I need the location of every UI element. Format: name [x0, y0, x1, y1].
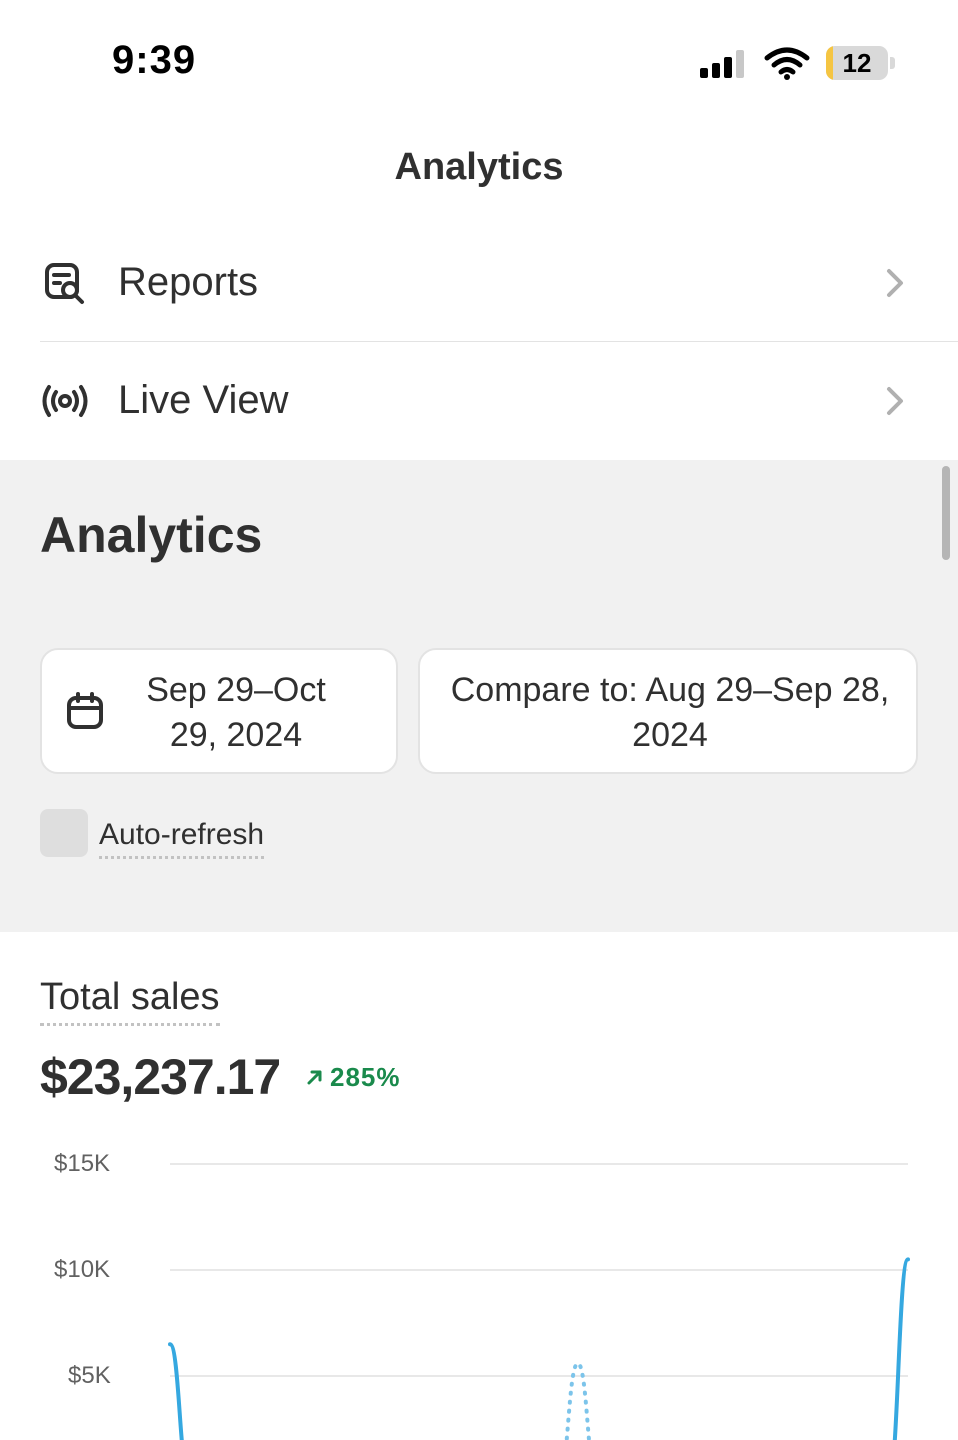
battery-tip	[890, 57, 895, 69]
broadcast-icon	[42, 385, 88, 417]
chevron-right-icon	[887, 387, 903, 415]
battery-level: 12	[842, 48, 872, 78]
chevron-right-icon	[887, 269, 903, 297]
wifi-icon	[764, 47, 810, 80]
series-line-current	[168, 1257, 910, 1440]
analytics-controls-section: Analytics Sep 29–Oct 29, 2024 Compare to…	[0, 460, 958, 932]
page-title: Analytics	[394, 146, 564, 188]
total-sales-change: 285%	[330, 1062, 401, 1092]
menu-item-label: Live View	[118, 378, 289, 422]
arrow-up-right-icon	[307, 1070, 322, 1085]
compare-range-label: Compare to: Aug 29–Sep 28, 2024	[450, 671, 890, 754]
status-time: 9:39	[112, 38, 197, 82]
menu-item-label: Reports	[118, 260, 259, 304]
sales-chart-plot	[168, 1163, 910, 1440]
section-title: Analytics	[40, 507, 263, 563]
compare-range-button[interactable]: Compare to: Aug 29–Sep 28, 2024	[418, 648, 918, 774]
series-line-compare	[564, 1361, 592, 1440]
date-range-button[interactable]: Sep 29–Oct 29, 2024	[40, 648, 398, 774]
auto-refresh-label[interactable]: Auto-refresh	[99, 818, 265, 859]
date-range-label: Sep 29–Oct 29, 2024	[146, 671, 326, 754]
auto-refresh-checkbox[interactable]	[40, 809, 88, 857]
calendar-icon	[67, 692, 103, 729]
scrollbar-thumb[interactable]	[942, 466, 950, 560]
sales-chart: $15K $10K $5K	[0, 1130, 958, 1440]
menu-item-live-view[interactable]: Live View	[0, 342, 958, 460]
status-bar: 9:39 12	[0, 0, 958, 120]
menu-item-reports[interactable]: Reports	[0, 224, 958, 342]
report-search-icon	[45, 263, 84, 304]
total-sales-title[interactable]: Total sales	[40, 976, 220, 1026]
total-sales-value: $23,237.17	[40, 1049, 281, 1105]
signal-icon	[700, 50, 744, 78]
battery-icon: 12	[826, 46, 888, 80]
